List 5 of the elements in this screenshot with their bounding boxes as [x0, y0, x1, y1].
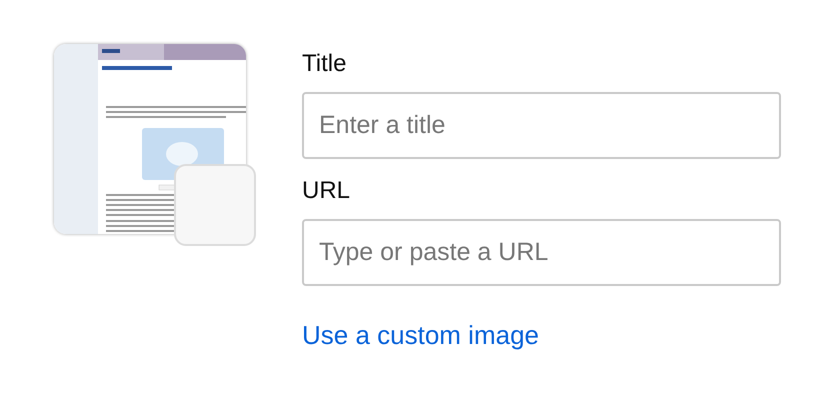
custom-image-link[interactable]: Use a custom image [302, 320, 539, 350]
input-field[interactable]: Type or paste a URL [302, 219, 781, 286]
input-field[interactable]: Enter a title [302, 92, 781, 159]
field-label: Title [302, 50, 346, 78]
field-label: URL [302, 177, 350, 205]
